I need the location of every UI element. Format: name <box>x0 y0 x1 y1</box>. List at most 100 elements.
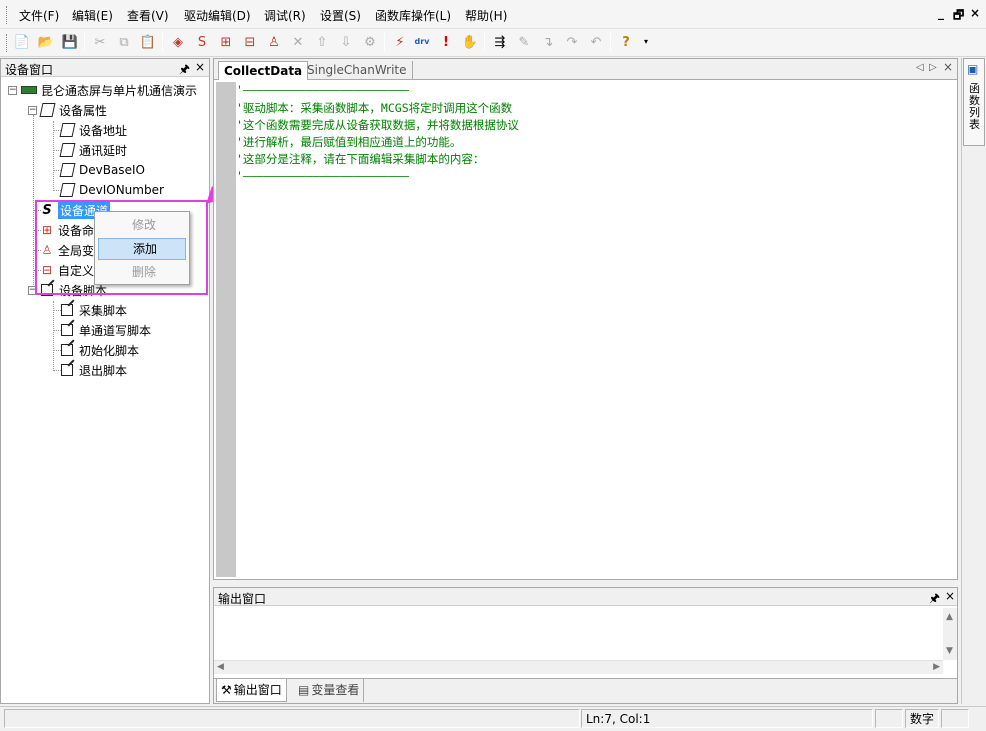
toolbar-separator <box>84 33 85 51</box>
scroll-up-icon[interactable]: ▲ <box>946 612 953 622</box>
code-line[interactable]: '驱动脚本：采集函数脚本，MCGS将定时调用这个函数 <box>236 100 512 117</box>
code-line[interactable]: '这部分是注释，请在下面编辑采集脚本的内容： <box>236 151 484 168</box>
tree-line <box>53 301 54 371</box>
pin-icon[interactable]: 🖈 <box>179 60 190 81</box>
menu-function-lib[interactable]: 函数库操作(L) <box>373 7 453 24</box>
editor-close-icon[interactable]: × <box>943 60 953 74</box>
help-icon[interactable]: ? <box>616 32 636 52</box>
tools-icon: ⚒ <box>221 683 232 697</box>
add-custom-icon[interactable]: ⊟ <box>240 32 260 52</box>
editor-gutter <box>216 82 236 577</box>
hand-icon[interactable]: ✋ <box>460 32 480 52</box>
toolbar-separator <box>162 33 163 51</box>
menu-settings[interactable]: 设置(S) <box>318 7 363 24</box>
step-into-icon[interactable]: ↴ <box>538 32 558 52</box>
tree-collapse-device-props[interactable]: − <box>28 106 37 115</box>
step-out-icon[interactable]: ↶ <box>586 32 606 52</box>
paste-icon[interactable]: 📋 <box>138 32 158 52</box>
code-line[interactable]: '———————————————————————— <box>236 82 409 99</box>
output-content[interactable] <box>214 608 943 660</box>
tree-item-devbaseio[interactable]: DevBaseIO <box>59 161 145 179</box>
property-icon <box>59 183 76 197</box>
tab-output-window[interactable]: ⚒ 输出窗口 <box>216 679 287 702</box>
output-window: 输出窗口 🖈 × ▲ ▼ ◀ ▶ ⚒ 输出窗口 ▤ 变量查看 <box>213 587 958 704</box>
tree-item-devionumber[interactable]: DevIONumber <box>59 181 164 199</box>
step-icon[interactable]: ⇶ <box>490 32 510 52</box>
tree-item-label: DevBaseIO <box>79 163 145 177</box>
function-list-tab[interactable]: ▣ 函数列表 <box>963 58 985 146</box>
device-window-panel: 设备窗口 🖈 × − 昆仑通态屏与单片机通信演示 − 设备属性 设备地址 通讯延… <box>0 58 210 704</box>
status-position: Ln:7, Col:1 <box>581 709 873 728</box>
menu-edit[interactable]: 编辑(E) <box>70 7 115 24</box>
compile-icon[interactable]: ⚡ <box>390 32 410 52</box>
minimize-button[interactable]: _ <box>938 6 944 20</box>
close-button[interactable]: × <box>970 6 980 20</box>
toolbar-overflow-icon[interactable]: ▾ <box>636 32 656 52</box>
status-message <box>4 709 580 728</box>
menu-file[interactable]: 文件(F) <box>17 7 61 24</box>
menu-driver-edit[interactable]: 驱动编辑(D) <box>182 7 253 24</box>
tree-item-device-address[interactable]: 设备地址 <box>59 121 127 139</box>
tree-line <box>33 115 34 291</box>
tree-collapse-root[interactable]: − <box>8 86 17 95</box>
output-vertical-scrollbar[interactable]: ▲ ▼ <box>943 608 957 660</box>
tree-item-collect-script[interactable]: 采集脚本 <box>59 301 127 319</box>
function-list-label: 函数列表 <box>969 82 980 131</box>
cut-icon[interactable]: ✂ <box>90 32 110 52</box>
output-tab-strip: ⚒ 输出窗口 ▤ 变量查看 <box>214 678 957 703</box>
panel-close-icon[interactable]: × <box>195 60 205 74</box>
scroll-right-icon[interactable]: ▶ <box>933 662 940 672</box>
menu-view[interactable]: 查看(V) <box>125 7 171 24</box>
code-line[interactable]: '———————————————————————— <box>236 168 409 185</box>
output-horizontal-scrollbar[interactable]: ◀ ▶ <box>214 660 943 674</box>
drv-check-icon[interactable]: drv <box>412 32 432 52</box>
script-icon <box>61 304 73 316</box>
property-icon <box>39 103 56 117</box>
save-icon[interactable]: 💾 <box>60 32 80 52</box>
code-line[interactable]: '进行解析，最后赋值到相应通道上的功能。 <box>236 134 461 151</box>
add-channel-icon[interactable]: S <box>192 32 212 52</box>
device-board-icon <box>20 82 38 98</box>
delete-icon[interactable]: ✕ <box>288 32 308 52</box>
add-property-icon[interactable]: ◈ <box>168 32 188 52</box>
tab-variable-view[interactable]: ▤ 变量查看 <box>294 679 365 702</box>
alert-icon[interactable]: ! <box>436 32 456 52</box>
tab-collect-data[interactable]: CollectData <box>218 61 309 80</box>
move-down-icon[interactable]: ⇩ <box>336 32 356 52</box>
output-close-icon[interactable]: × <box>945 589 955 603</box>
script-editor: CollectData SingleChanWrite ◁ ▷ × '—————… <box>213 58 958 580</box>
tab-single-chan-write[interactable]: SingleChanWrite <box>302 61 413 80</box>
new-file-icon[interactable]: 📄 <box>12 32 32 52</box>
add-global-var-icon[interactable]: ♙ <box>264 32 284 52</box>
step-over-icon[interactable]: ↷ <box>562 32 582 52</box>
menu-grip <box>6 6 8 24</box>
edit-script-icon[interactable]: ✎ <box>514 32 534 52</box>
open-folder-icon[interactable]: 📂 <box>36 32 56 52</box>
tree-item-exit-script[interactable]: 退出脚本 <box>59 361 127 379</box>
menu-bar: 文件(F) 编辑(E) 查看(V) 驱动编辑(D) 调试(R) 设置(S) 函数… <box>0 0 986 29</box>
menu-debug[interactable]: 调试(R) <box>262 7 308 24</box>
tree-item-label: 单通道写脚本 <box>79 323 152 338</box>
scroll-down-icon[interactable]: ▼ <box>946 646 953 656</box>
property-icon <box>59 123 76 137</box>
toolbar-grip <box>6 34 8 52</box>
code-line[interactable]: '这个函数需要完成从设备获取数据，并将数据根据协议 <box>236 117 519 134</box>
tree-item-single-write-script[interactable]: 单通道写脚本 <box>59 321 151 339</box>
tree-item-init-script[interactable]: 初始化脚本 <box>59 341 139 359</box>
scroll-left-icon[interactable]: ◀ <box>217 662 224 672</box>
right-sidebar: ▣ 函数列表 <box>961 58 986 704</box>
tab-scroll-left-icon[interactable]: ◁ <box>916 62 924 73</box>
tree-item-label: 通讯延时 <box>79 143 128 158</box>
add-command-icon[interactable]: ⊞ <box>216 32 236 52</box>
copy-icon[interactable]: ⧉ <box>114 32 134 52</box>
tree-line <box>53 121 54 191</box>
properties-icon[interactable]: ⚙ <box>360 32 380 52</box>
menu-help[interactable]: 帮助(H) <box>463 7 509 24</box>
tree-item-comm-delay[interactable]: 通讯延时 <box>59 141 127 159</box>
output-pin-icon[interactable]: 🖈 <box>929 589 940 610</box>
tree-root[interactable]: 昆仑通态屏与单片机通信演示 <box>20 81 197 99</box>
tab-scroll-right-icon[interactable]: ▷ <box>929 62 937 73</box>
move-up-icon[interactable]: ⇧ <box>312 32 332 52</box>
tree-device-props[interactable]: 设备属性 <box>39 101 107 119</box>
restore-button[interactable]: 🗗 <box>953 6 964 27</box>
